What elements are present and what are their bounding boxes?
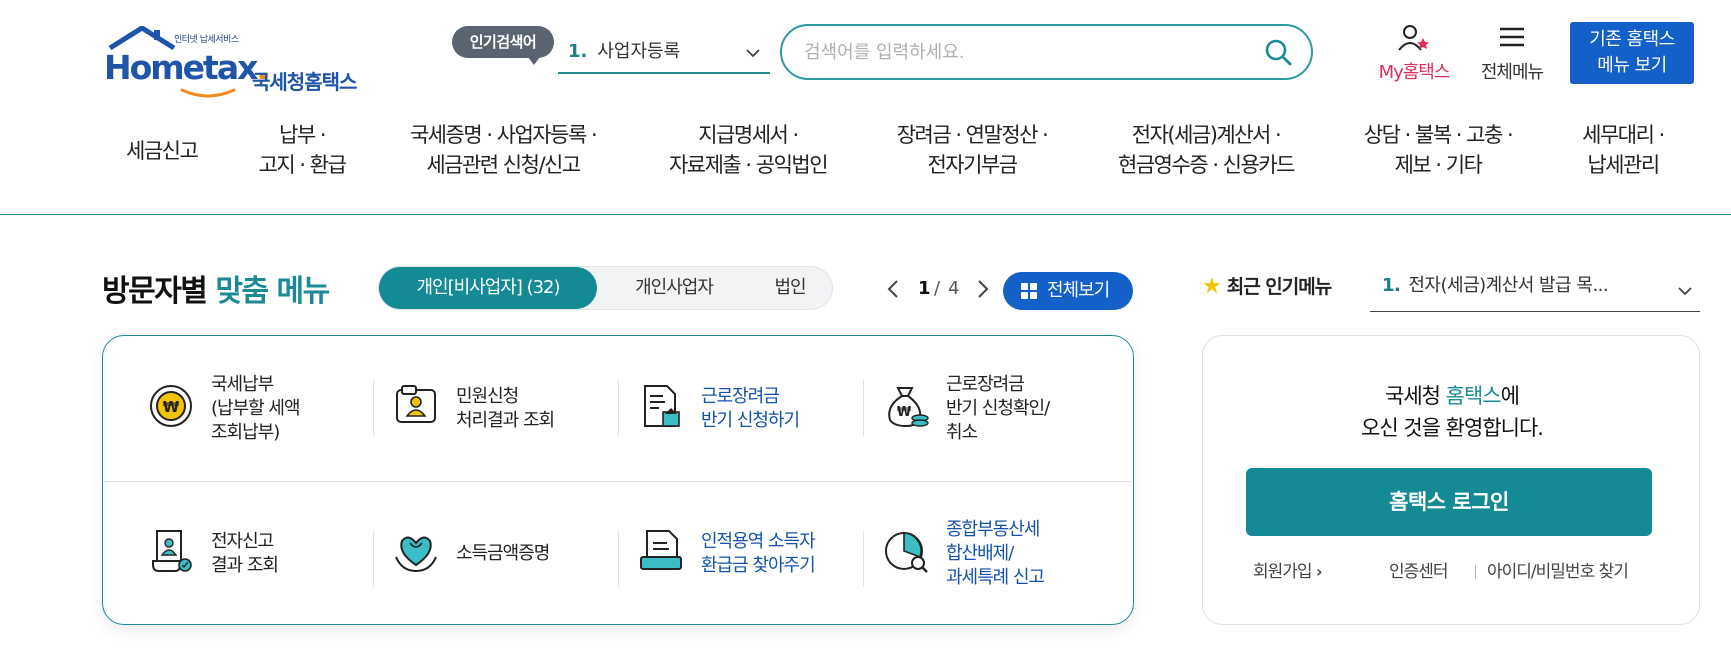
menu-item-income-certificate[interactable]: 소득금액증명 <box>350 481 595 626</box>
page-separator: / <box>934 278 941 299</box>
hamburger-icon <box>1500 27 1524 47</box>
menu-item-label: 민원신청 처리결과 조회 <box>456 385 555 431</box>
svg-text:₩: ₩ <box>897 405 912 420</box>
all-menu-button[interactable]: 전체메뉴 <box>1474 24 1550 84</box>
gnb-consultation[interactable]: 상담 · 불복 · 고충 · 제보 · 기타 <box>1350 120 1526 180</box>
chevron-right-icon[interactable] <box>972 272 992 306</box>
menu-item-property-tax[interactable]: 종합부동산세 합산배제/ 과세특례 신고 <box>840 481 1085 626</box>
popular-search-term: 사업자등록 <box>597 41 681 62</box>
visitor-type-tabs: 개인[비사업자] (32) 개인사업자 법인 <box>378 266 833 310</box>
gnb-tax-filing[interactable]: 세금신고 <box>126 136 199 166</box>
search-input[interactable] <box>804 38 1244 66</box>
menu-item-tax-payment[interactable]: ₩ 국세납부 (납부할 세액 조회납부) <box>105 336 350 481</box>
gnb-e-invoice[interactable]: 전자(세금)계산서 · 현금영수증 · 신용카드 <box>1106 120 1306 180</box>
welcome-message: 국세청 홈택스에 오신 것을 환영합니다. <box>1361 384 1544 440</box>
menu-item-label: 전자신고 결과 조회 <box>211 530 279 576</box>
menu-item-petition-result[interactable]: 민원신청 처리결과 조회 <box>350 336 595 481</box>
recent-popular-rank: 1. <box>1382 275 1401 296</box>
recent-popular-label: ★ 최근 인기메뉴 <box>1202 274 1332 299</box>
gnb-certificate[interactable]: 국세증명 · 사업자등록 · 세금관련 신청/신고 <box>398 120 608 180</box>
menu-item-label: 인적용역 소득자 환급금 찾아주기 <box>701 530 816 576</box>
popular-search-badge: 인기검색어 <box>452 26 554 65</box>
logo-korean: 국세청홈택스 <box>252 70 357 94</box>
main-navigation: 세금신고 납부 · 고지 · 환급 국세증명 · 사업자등록 · 세금관련 신청/신… <box>0 120 1731 200</box>
gnb-tax-agent[interactable]: 세무대리 · 납세관리 <box>1568 120 1678 180</box>
page-current: 1 <box>918 278 931 299</box>
search-box <box>780 24 1313 80</box>
signup-link[interactable]: 회원가입 › <box>1253 560 1322 584</box>
old-home-line2: 메뉴 보기 <box>1597 55 1667 76</box>
chevron-down-icon <box>1678 287 1692 296</box>
tab-sole-proprietor[interactable]: 개인사업자 <box>599 267 749 309</box>
refund-finder-icon <box>640 530 682 570</box>
logo-smile-icon <box>180 88 236 98</box>
menu-item-label: 종합부동산세 합산배제/ 과세특례 신고 <box>946 518 1045 588</box>
visitor-menu-title: 방문자별 맞춤 메뉴 <box>102 274 330 309</box>
menu-item-e-filing-result[interactable]: 전자신고 결과 조회 <box>105 481 350 626</box>
recent-popular-select[interactable]: 1. 전자(세금)계산서 발급 목... <box>1370 268 1700 312</box>
logo-subtitle: 인터넷 납세서비스 <box>174 35 239 45</box>
page-total: 4 <box>948 278 960 299</box>
user-star-icon <box>1398 25 1429 51</box>
menu-pager: 1 / 4 <box>880 272 990 306</box>
popular-search-select[interactable]: 1. 사업자등록 <box>558 32 770 74</box>
old-hometax-menu-button[interactable]: 기존 홈택스 메뉴 보기 <box>1570 22 1694 84</box>
grid-icon <box>1021 283 1037 299</box>
my-hometax-label: My홈택스 <box>1378 62 1451 83</box>
menu-item-label: 소득금액증명 <box>456 542 550 564</box>
visitor-menu-card: ₩ 국세납부 (납부할 세액 조회납부) 민원신청 처리결과 조회 근로장려금 … <box>102 335 1134 625</box>
site-header: 인터넷 납세서비스 Hometax. 국세청홈택스 인기검색어 1. 사업자등록 … <box>0 0 1731 215</box>
menu-item-label: 근로장려금 반기 신청확인/ 취소 <box>946 373 1050 443</box>
login-panel: 국세청 홈택스에 오신 것을 환영합니다. 홈택스 로그인 회원가입 › 인증센… <box>1202 335 1700 625</box>
cert-center-link[interactable]: 인증센터 <box>1389 560 1449 584</box>
gnb-payment[interactable]: 납부 · 고지 · 환급 <box>252 120 352 180</box>
hometax-login-button[interactable]: 홈택스 로그인 <box>1246 468 1652 536</box>
property-tax-chart-icon <box>885 532 928 573</box>
chevron-down-icon <box>746 49 760 58</box>
e-filing-result-icon <box>152 530 192 572</box>
recent-popular-item: 전자(세금)계산서 발급 목... <box>1408 275 1609 296</box>
hometax-logo[interactable]: 인터넷 납세서비스 Hometax. 국세청홈택스 <box>100 22 370 98</box>
menu-item-label: 국세납부 (납부할 세액 조회납부) <box>211 373 301 443</box>
search-icon[interactable] <box>1263 37 1293 67</box>
gnb-payment-statement[interactable]: 지급명세서 · 자료제출 · 공익법인 <box>658 120 838 180</box>
incentive-apply-icon <box>644 385 680 427</box>
chevron-left-icon[interactable] <box>884 272 904 306</box>
all-menu-label: 전체메뉴 <box>1480 62 1544 83</box>
old-home-line1: 기존 홈택스 <box>1589 29 1675 50</box>
link-divider <box>1475 565 1476 579</box>
gnb-incentive[interactable]: 장려금 · 연말정산 · 전자기부금 <box>882 120 1062 180</box>
menu-item-label: 근로장려금 반기 신청하기 <box>701 385 800 431</box>
income-certificate-icon <box>395 536 437 573</box>
view-all-label: 전체보기 <box>1047 280 1110 301</box>
petition-result-icon <box>396 385 436 423</box>
tab-corporation[interactable]: 법인 <box>749 267 831 309</box>
menu-item-incentive-apply[interactable]: 근로장려금 반기 신청하기 <box>595 336 840 481</box>
svg-text:₩: ₩ <box>163 398 180 416</box>
view-all-button[interactable]: 전체보기 <box>1003 272 1133 310</box>
logo-brand: Hometax. <box>104 48 269 87</box>
money-bag-icon: ₩ <box>888 387 929 428</box>
star-icon: ★ <box>1202 274 1222 299</box>
find-id-password-link[interactable]: 아이디/비밀번호 찾기 <box>1487 560 1629 584</box>
menu-item-incentive-confirm[interactable]: ₩ 근로장려금 반기 신청확인/ 취소 <box>840 336 1085 481</box>
popular-search-rank: 1. <box>568 41 588 62</box>
menu-item-refund-finder[interactable]: 인적용역 소득자 환급금 찾아주기 <box>595 481 840 626</box>
tax-payment-coin-icon: ₩ <box>150 385 192 427</box>
tab-individual[interactable]: 개인[비사업자] (32) <box>379 267 597 309</box>
my-hometax-button[interactable]: My홈택스 <box>1370 24 1458 84</box>
